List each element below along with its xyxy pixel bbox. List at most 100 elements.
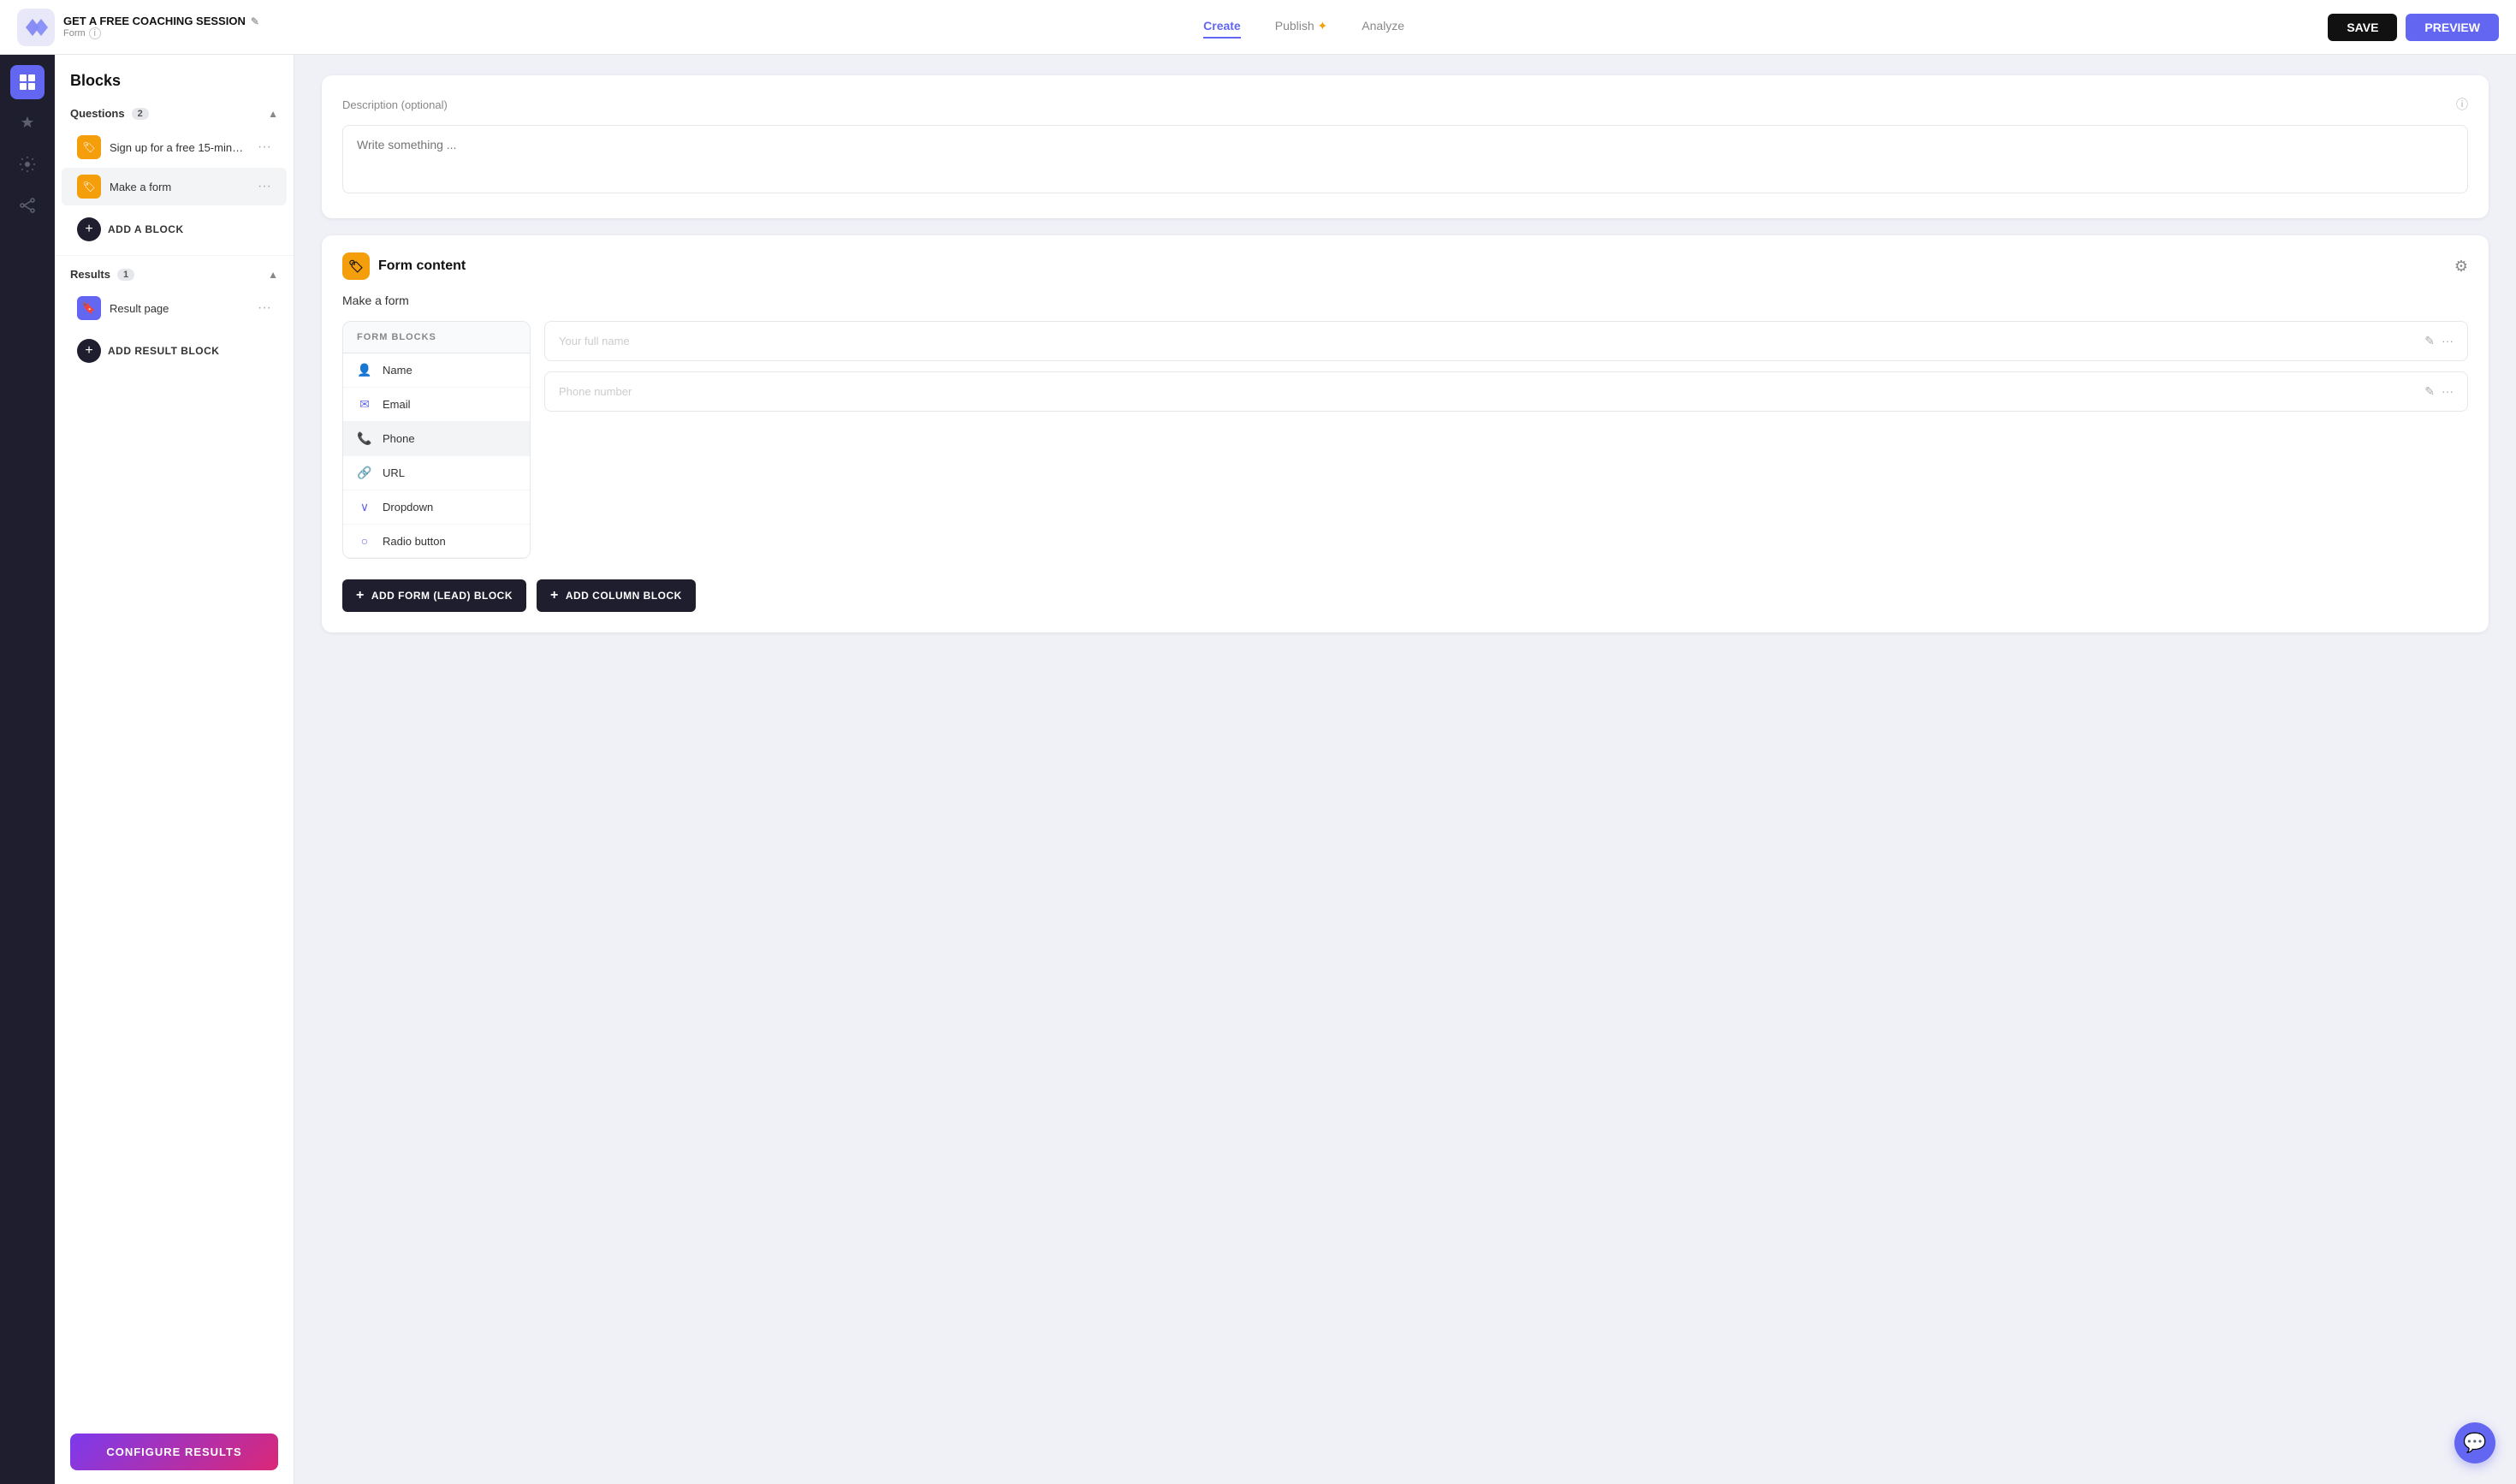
block-item-q1[interactable]: 🏷 Sign up for a free 15-minute c... ···	[62, 128, 287, 166]
add-col-plus-icon: +	[550, 588, 559, 603]
main-content: Description (optional) ⓘ 🏷 Form content …	[294, 55, 2516, 1484]
questions-chevron: ▲	[268, 108, 278, 120]
block-label-q2: Make a form	[110, 181, 249, 193]
description-textarea[interactable]	[342, 125, 2468, 193]
email-label: Email	[383, 398, 411, 411]
form-block-dropdown[interactable]: ∨ Dropdown	[343, 490, 530, 525]
info-icon[interactable]: i	[89, 27, 101, 39]
form-block-url[interactable]: 🔗 URL	[343, 456, 530, 490]
form-bottom-bar: + ADD FORM (LEAD) BLOCK + ADD COLUMN BLO…	[322, 566, 2489, 632]
add-block-label: ADD A BLOCK	[108, 223, 184, 235]
phone-icon: 📞	[357, 431, 372, 446]
configure-results-button[interactable]: CONFIGURE RESULTS	[70, 1434, 278, 1470]
block-icon-q2: 🏷	[77, 175, 101, 199]
name-label: Name	[383, 364, 412, 377]
form-block-radio[interactable]: ○ Radio button	[343, 525, 530, 558]
sidebar-icon-blocks[interactable]	[10, 65, 45, 99]
preview-phone-actions[interactable]: ✎ ···	[2424, 384, 2454, 399]
questions-badge: 2	[132, 108, 149, 120]
preview-input-phone: Phone number ✎ ···	[544, 371, 2468, 412]
chat-icon: 💬	[2463, 1432, 2486, 1454]
project-subtitle: Form	[63, 28, 86, 39]
form-content-card: 🏷 Form content ⚙ Make a form FORM BLOCKS…	[322, 235, 2489, 632]
form-block-name[interactable]: 👤 Name	[343, 353, 530, 388]
description-info-icon[interactable]: ⓘ	[2456, 96, 2468, 113]
block-label-q1: Sign up for a free 15-minute c...	[110, 141, 249, 154]
description-card: Description (optional) ⓘ	[322, 75, 2489, 218]
phone-label: Phone	[383, 432, 415, 445]
nav-tabs: Create Publish ✦ Analyze	[280, 15, 2328, 39]
results-section-header[interactable]: Results 1 ▲	[55, 259, 294, 289]
form-block-email[interactable]: ✉ Email	[343, 388, 530, 422]
preview-phone-placeholder: Phone number	[559, 385, 632, 398]
results-chevron: ▲	[268, 269, 278, 281]
panel-title: Blocks	[55, 55, 294, 98]
add-block-button[interactable]: + ADD A BLOCK	[62, 211, 287, 248]
questions-label: Questions	[70, 107, 125, 120]
save-button[interactable]: SAVE	[2328, 14, 2397, 41]
form-blocks-area: FORM BLOCKS 👤 Name ✉ Email 📞 Phone	[322, 321, 2489, 559]
topnav-title: GET A FREE COACHING SESSION ✎ Form i	[63, 15, 259, 39]
block-label-r1: Result page	[110, 302, 249, 315]
dropdown-label: Dropdown	[383, 501, 433, 513]
block-item-r1[interactable]: 🔖 Result page ···	[62, 289, 287, 327]
more-preview-phone-icon[interactable]: ···	[2442, 384, 2454, 399]
edit-preview-name-icon[interactable]: ✎	[2424, 334, 2435, 348]
tab-create[interactable]: Create	[1203, 15, 1241, 39]
topnav: GET A FREE COACHING SESSION ✎ Form i Cre…	[0, 0, 2516, 55]
radio-label: Radio button	[383, 535, 446, 548]
form-preview-area: Your full name ✎ ··· Phone number ✎ ···	[544, 321, 2468, 559]
form-card-header: 🏷 Form content ⚙	[322, 235, 2489, 294]
email-icon: ✉	[357, 397, 372, 412]
more-preview-name-icon[interactable]: ···	[2442, 334, 2454, 348]
chat-bubble[interactable]: 💬	[2454, 1422, 2495, 1463]
edit-preview-phone-icon[interactable]: ✎	[2424, 384, 2435, 399]
add-form-block-button[interactable]: + ADD FORM (LEAD) BLOCK	[342, 579, 526, 612]
add-column-block-button[interactable]: + ADD COLUMN BLOCK	[537, 579, 696, 612]
sidebar-icon-settings[interactable]	[10, 147, 45, 181]
block-icon-q1: 🏷	[77, 135, 101, 159]
url-label: URL	[383, 466, 405, 479]
block-item-q2[interactable]: 🏷 Make a form ···	[62, 168, 287, 205]
results-badge: 1	[117, 269, 134, 281]
divider-1	[55, 255, 294, 256]
tab-analyze[interactable]: Analyze	[1362, 15, 1404, 39]
block-menu-r1[interactable]: ···	[258, 300, 271, 316]
add-result-icon: +	[77, 339, 101, 363]
add-col-label: ADD COLUMN BLOCK	[566, 590, 682, 602]
add-result-label: ADD RESULT BLOCK	[108, 345, 219, 357]
logo-icon	[17, 9, 55, 46]
questions-section-header[interactable]: Questions 2 ▲	[55, 98, 294, 128]
edit-title-icon[interactable]: ✎	[251, 15, 259, 27]
tab-publish[interactable]: Publish ✦	[1275, 15, 1328, 39]
project-title: GET A FREE COACHING SESSION	[63, 15, 246, 27]
preview-name-actions[interactable]: ✎ ···	[2424, 334, 2454, 348]
block-icon-r1: 🔖	[77, 296, 101, 320]
add-form-label: ADD FORM (LEAD) BLOCK	[371, 590, 513, 602]
add-form-plus-icon: +	[356, 588, 365, 603]
preview-button[interactable]: PREVIEW	[2406, 14, 2499, 41]
form-gear-icon[interactable]: ⚙	[2454, 258, 2468, 276]
preview-input-name: Your full name ✎ ···	[544, 321, 2468, 361]
results-label: Results	[70, 268, 110, 281]
main-layout: Blocks Questions 2 ▲ 🏷 Sign up for a fre…	[0, 55, 2516, 1484]
sidebar-icon-design[interactable]	[10, 106, 45, 140]
form-card-title-text: Form content	[378, 258, 466, 274]
block-menu-q1[interactable]: ···	[258, 139, 271, 155]
logo-area: GET A FREE COACHING SESSION ✎ Form i	[17, 9, 259, 46]
url-icon: 🔗	[357, 466, 372, 480]
blocks-panel: Blocks Questions 2 ▲ 🏷 Sign up for a fre…	[55, 55, 294, 1484]
form-badge-icon: 🏷	[342, 252, 370, 280]
form-block-phone[interactable]: 📞 Phone Form Your full name Phone number	[343, 422, 530, 456]
add-result-block-button[interactable]: + ADD RESULT BLOCK	[62, 332, 287, 370]
form-blocks-list: FORM BLOCKS 👤 Name ✉ Email 📞 Phone	[342, 321, 531, 559]
sidebar-icon-share[interactable]	[10, 188, 45, 223]
make-form-label: Make a form	[322, 294, 2489, 307]
block-menu-q2[interactable]: ···	[258, 179, 271, 194]
add-block-icon: +	[77, 217, 101, 241]
icon-sidebar	[0, 55, 55, 1484]
form-blocks-header: FORM BLOCKS	[343, 322, 530, 353]
name-icon: 👤	[357, 363, 372, 377]
radio-icon: ○	[357, 534, 372, 548]
topnav-actions: SAVE PREVIEW	[2328, 14, 2499, 41]
